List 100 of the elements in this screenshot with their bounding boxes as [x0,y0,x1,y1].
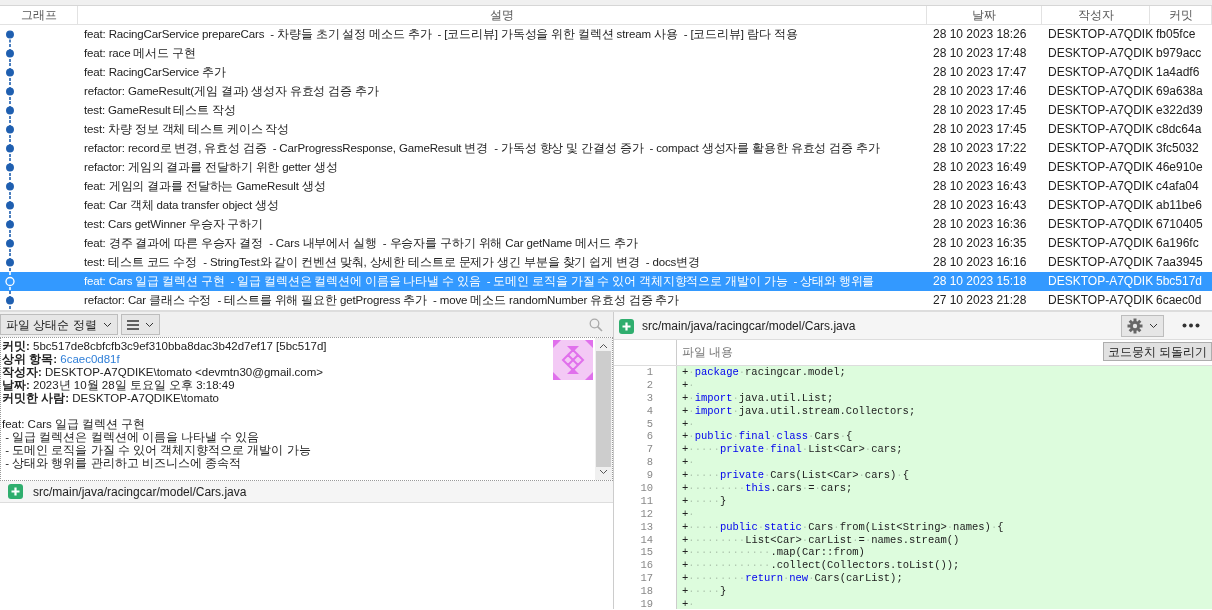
line-number: 13 [639,520,654,534]
commit-date: 28 10 2023 17:48 [932,45,1028,62]
commit-message: feat: Cars 일급 컬렉션 구현 - 일급 컬렉션은 컬렉션에 이름을 나타낼 수 있음 - 도메인 로직을 가질 수 있어 객체지향적으로 개발이 가능 - 상태와 행위를 [83,274,876,289]
code-line: +·package·racingcar.model; [681,366,847,379]
commit-message: feat: RacingCarService 추가 [83,65,227,80]
gear-icon [1127,317,1143,334]
scroll-down-icon[interactable] [599,469,608,475]
code-line: +·import·java.util.stream.Collectors; [681,404,917,418]
commit-hash: 3fc5032 [1155,140,1200,157]
settings-dropdown[interactable] [1121,314,1164,337]
commit-message: feat: 경주 결과에 따른 우승자 결정 - Cars 내부에서 실행 - 우승자를 구하기 위해 Car getName 메서드 추가 [83,236,639,251]
caret-icon [1149,322,1158,329]
code-line: +·············.map(Car::from) [681,546,866,560]
line-number: 16 [639,559,654,573]
field-label: 커밋한 사람: [2,392,70,404]
code-line: +·····public·static·Cars·from(List<String>·names)·{ [681,520,1005,534]
column-header[interactable]: 그래프 [0,6,78,24]
column-header[interactable]: 날짜 [927,6,1042,24]
code-line: +· [681,378,696,392]
commit-hash: fb05fce [1155,26,1197,43]
code-line: +·import·java.util.List; [681,391,835,405]
field-value: 5bc517de8cbfcfb3c9ef310bba8dac3b42d7ef17 [5bc517d] [33,340,327,352]
field-label: 날짜: [2,379,30,391]
code-line: +·····private·Cars(List<Car>·cars)·{ [681,469,910,482]
code-line: +·············.collect(Collectors.toList()); [681,559,961,573]
scroll-up-icon[interactable] [599,343,608,349]
line-number: 12 [639,507,654,521]
commit-date: 28 10 2023 17:47 [932,64,1028,81]
commit-message: feat: race 메서드 구현 [83,46,197,61]
sort-dropdown[interactable]: 파일 상태순 정렬 [0,314,118,335]
commit-hash: 7aa3945 [1155,254,1204,271]
field-value: 2023년 10월 28일 토요일 오후 3:18:49 [33,379,235,391]
commit-date: 28 10 2023 16:16 [932,254,1028,271]
commit-date: 28 10 2023 16:36 [932,216,1028,233]
column-header[interactable]: 설명 [78,6,927,24]
field-value: DESKTOP-A7QDIKE\tomato <devmtn30@gmail.com> [45,366,324,378]
commit-date: 28 10 2023 16:43 [932,197,1028,214]
field-value: DESKTOP-A7QDIKE\tomato [72,392,220,404]
commit-hash: 5bc517d [1155,273,1204,290]
caret-icon [102,321,112,328]
line-number: 15 [639,546,654,560]
code-line: +· [681,507,696,521]
commit-message: test: 차량 정보 객체 테스트 케이스 작성 [83,122,291,137]
more-icon[interactable] [1182,323,1200,328]
field-label: 커밋: [2,340,30,352]
line-number: 11 [639,494,654,508]
commit-date: 28 10 2023 17:45 [932,102,1028,119]
code-line: +· [681,456,696,470]
commit-date: 28 10 2023 15:18 [932,273,1028,290]
line-number: 18 [639,585,654,599]
commit-date: 28 10 2023 17:22 [932,140,1028,157]
code-line: +·public·final·class·Cars·{ [681,430,854,444]
commit-hash: 6710405 [1155,216,1204,233]
commit-hash: ab11be6 [1155,197,1203,214]
line-number: 2 [645,378,654,392]
line-number: 5 [645,417,654,431]
line-number: 14 [639,533,654,547]
code-line: +· [681,417,695,431]
commit-message: refactor: 게임의 결과를 전달하기 위한 getter 생성 [83,160,339,175]
file-path: src/main/java/racingcar/model/Cars.java [642,317,856,335]
line-number: 7 [645,443,654,457]
commit-date: 28 10 2023 16:35 [932,235,1028,252]
commit-message: test: 테스트 코드 수정 - StringTest와 같이 컨벤션 맞춰, 상세한 테스트로 문제가 생긴 부분을 찾기 쉽게 변경 - docs변경 [83,255,701,270]
commit-date: 28 10 2023 16:43 [932,178,1028,195]
commit-message: test: Cars getWinner 우승자 구하기 [83,217,264,232]
code-line: +·····private·final·List<Car>·cars; [681,443,904,457]
view-dropdown[interactable] [120,314,160,335]
column-header[interactable]: 커밋 [1150,6,1212,24]
field-label: 상위 항목: [2,353,58,365]
line-number: 4 [645,404,654,418]
commit-message: test: GameResult 테스트 작성 [83,103,237,118]
commit-hash: 1a4adf6 [1155,64,1201,81]
commit-date: 27 10 2023 21:28 [932,292,1028,309]
code-line: +·········return·new·Cars(carList); [681,572,904,586]
added-file-icon [619,318,634,334]
commit-hash: e322d39 [1155,102,1204,119]
line-number: 6 [645,430,654,444]
parent-commit-link[interactable]: 6caec0d81f [60,353,120,365]
message-line: - 상태와 행위를 관리하고 비즈니스에 종속적 [4,457,242,470]
caret-icon [144,321,154,328]
avatar-icon [553,340,593,380]
commit-hash: 6a196fc [1155,235,1200,252]
commit-date: 28 10 2023 17:45 [932,121,1028,138]
commit-hash: c8dc64a [1155,121,1203,138]
code-line: +· [681,598,696,610]
commit-date: 28 10 2023 17:46 [932,83,1028,100]
line-number: 1 [645,366,654,379]
commit-message: feat: 게임의 결과를 전달하는 GameResult 생성 [83,179,327,194]
added-file-icon [8,484,23,499]
list-icon [126,319,139,330]
commit-date: 28 10 2023 18:26 [932,26,1028,43]
revert-hunk-button[interactable]: 코드뭉치 되돌리기 [1102,342,1212,361]
code-line: +·········List<Car>·carList·=·names.stream() [681,533,961,547]
scrollbar[interactable] [595,338,612,480]
line-number: 8 [645,456,654,470]
line-number: 19 [639,598,654,610]
message-line: feat: Cars 일급 컬렉션 구현 [2,418,147,431]
column-header[interactable]: 작성자 [1042,6,1150,24]
line-number: 17 [639,572,654,586]
commit-hash: 69a638a [1155,83,1204,100]
